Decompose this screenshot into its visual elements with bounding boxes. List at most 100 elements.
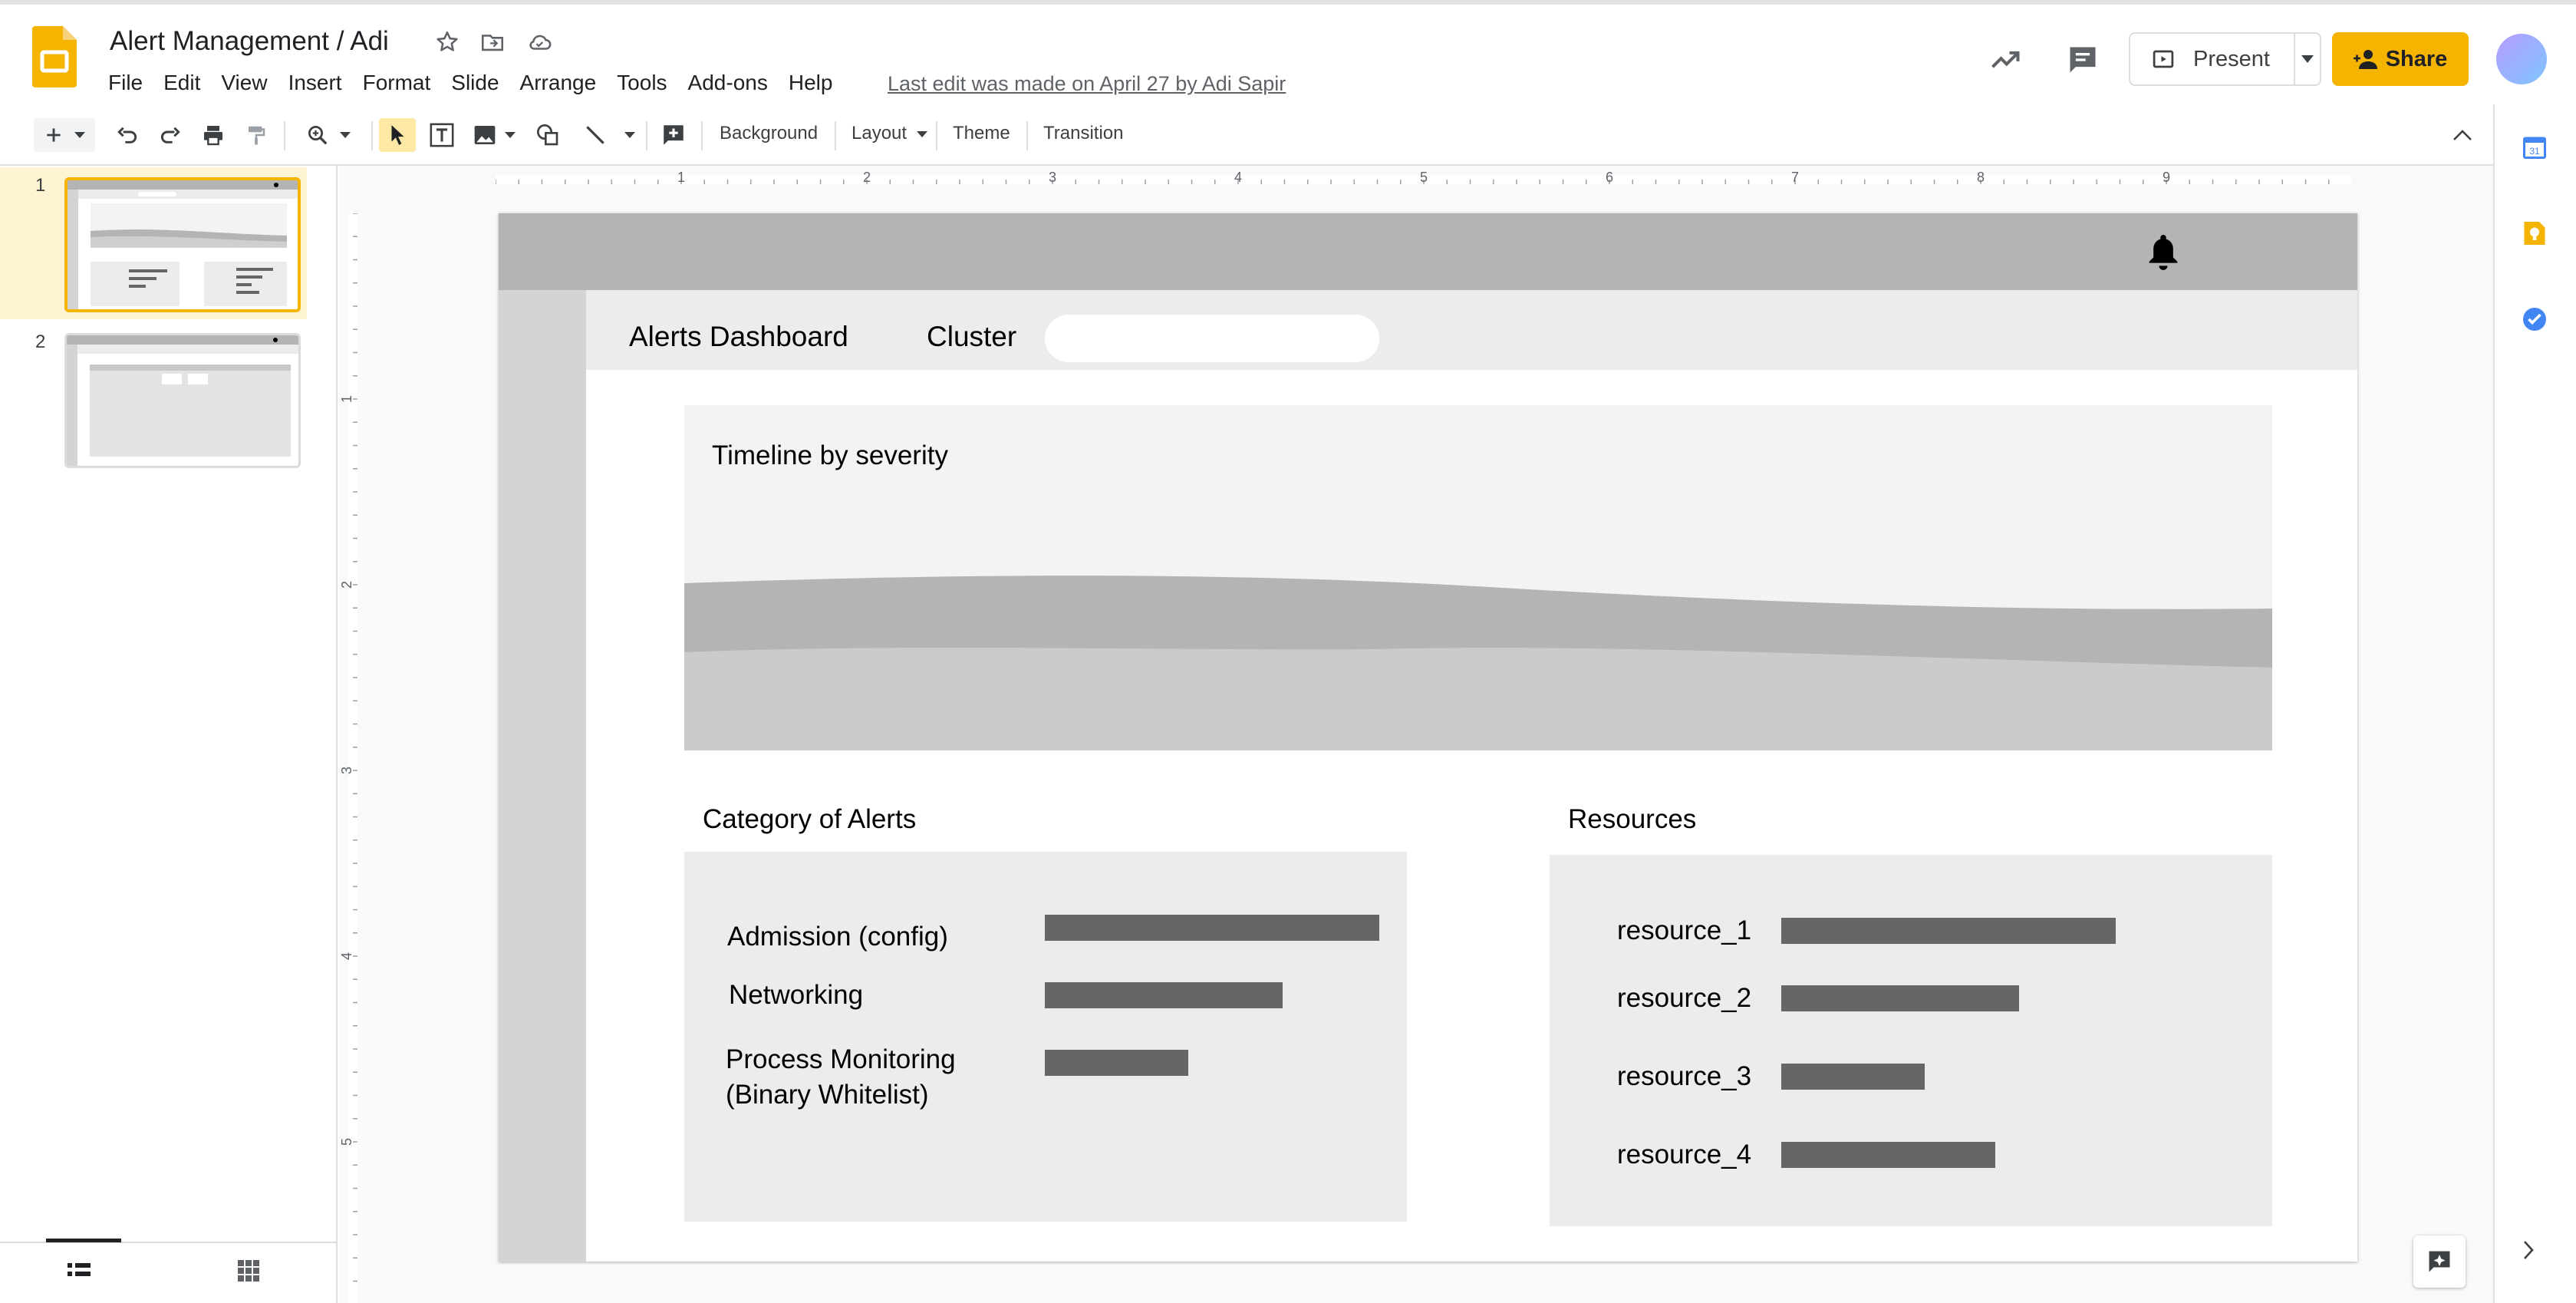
slide-thumbnail-1[interactable] [64,177,301,312]
caret-down-icon [2301,55,2314,63]
menu-edit[interactable]: Edit [163,71,200,95]
text-box-icon[interactable] [425,118,459,152]
line-tool-button[interactable] [577,118,641,152]
explore-button[interactable] [2413,1235,2466,1288]
svg-text:31: 31 [2529,146,2540,157]
slides-logo-icon[interactable] [32,26,77,87]
menu-insert[interactable]: Insert [288,71,342,95]
dashboard-title: Alerts Dashboard [629,321,848,352]
menu-help[interactable]: Help [789,71,833,95]
zoom-button[interactable] [299,118,357,152]
keep-icon[interactable] [2521,219,2548,247]
theme-button[interactable]: Theme [953,123,1010,144]
bell-icon[interactable] [2146,232,2180,272]
slide-thumbnail-2[interactable] [64,333,301,468]
filmstrip-view-tabs [0,1239,338,1303]
plus-icon [47,128,61,142]
comment-history-icon[interactable] [2066,43,2100,77]
slide-filmstrip: 1 2 [0,166,338,1303]
menu-tools[interactable]: Tools [617,71,667,95]
category-label: Admission (config) [727,922,948,952]
document-title[interactable]: Alert Management / Adi [110,26,389,57]
category-title: Category of Alerts [703,804,917,834]
caret-down-icon [916,130,927,137]
paint-format-icon[interactable] [241,118,272,152]
menu-format[interactable]: Format [363,71,431,95]
side-panel: 31 [2493,104,2576,1303]
vertical-ruler[interactable]: 1 2 3 4 5 [339,213,359,1303]
category-bar [1045,1050,1188,1076]
menu-file[interactable]: File [108,71,143,95]
user-avatar[interactable] [2496,34,2547,84]
print-icon[interactable] [198,118,229,152]
star-icon[interactable] [434,29,460,55]
share-button[interactable]: Share [2332,32,2469,86]
app-header: Alert Management / Adi File Edit View In… [0,0,2576,104]
cluster-input[interactable] [1045,315,1379,362]
expand-panel-icon[interactable] [2521,1239,2536,1262]
menu-bar: File Edit View Insert Format Slide Arran… [108,71,853,95]
editor-workspace: 1 2 3 4 5 6 7 8 9 1 2 3 4 5 Alerts Dashboard Cluster… [339,166,2493,1303]
collapse-toolbar-icon[interactable] [2447,118,2478,152]
timeline-panel: Timeline by severity [684,405,2272,750]
menu-add-ons[interactable]: Add-ons [688,71,768,95]
select-tool-icon[interactable] [379,118,416,152]
resource-label: resource_4 [1617,1140,1752,1169]
menu-arrange[interactable]: Arrange [520,71,597,95]
present-icon [2153,50,2174,68]
transition-button[interactable]: Transition [1043,123,1123,144]
tasks-icon[interactable] [2521,305,2548,333]
new-slide-button[interactable] [34,118,95,152]
category-panel: Admission (config) Networking Process Mo… [684,852,1407,1222]
shape-icon[interactable] [531,118,565,152]
insert-image-button[interactable] [469,118,519,152]
background-button[interactable]: Background [720,123,818,144]
grid-view-icon[interactable] [238,1260,259,1282]
explore-icon [2429,1251,2450,1272]
slide-number: 2 [35,332,46,352]
mock-app-subheader [586,290,2357,370]
activity-trend-icon[interactable] [1988,43,2022,77]
ruler-tick-label: 5 [339,1138,354,1146]
redo-icon[interactable] [155,118,186,152]
undo-icon[interactable] [112,118,143,152]
ruler-tick-label: 5 [1420,170,1428,185]
resources-title: Resources [1568,804,1697,834]
present-options-dropdown[interactable] [2294,32,2321,86]
resource-label: resource_3 [1617,1061,1752,1091]
ruler-tick-label: 7 [1791,170,1799,185]
image-icon [474,126,496,144]
ruler-tick-label: 1 [339,395,354,403]
line-icon [586,126,604,144]
cloud-saved-icon[interactable] [525,29,554,55]
ruler-tick-label: 3 [1049,170,1056,185]
cluster-label: Cluster [927,321,1017,352]
caret-down-icon [505,132,516,138]
present-label: Present [2193,46,2270,71]
resource-bar [1781,985,2019,1011]
menu-slide[interactable]: Slide [451,71,499,95]
resource-bar [1781,918,2116,944]
add-comment-icon[interactable] [657,118,690,152]
mock-app-sidebar [499,290,586,1262]
layout-button[interactable]: Layout [852,123,927,144]
resource-label: resource_1 [1617,915,1752,945]
category-label: Process Monitoring (Binary Whitelist) [726,1044,956,1110]
ruler-tick-label: 3 [339,767,354,774]
horizontal-ruler[interactable]: 1 2 3 4 5 6 7 8 9 [496,166,2351,186]
ruler-tick-label: 2 [863,170,871,185]
calendar-icon[interactable]: 31 [2521,134,2548,161]
resource-bar [1781,1064,1925,1090]
present-button[interactable]: Present [2129,32,2295,86]
filmstrip-view-icon[interactable] [68,1262,91,1282]
last-edit-link[interactable]: Last edit was made on April 27 by Adi Sa… [888,72,1286,96]
resources-panel: resource_1 resource_2 resource_3 resourc… [1550,855,2272,1226]
share-label: Share [2385,46,2448,71]
menu-view[interactable]: View [221,71,267,95]
category-label: Networking [729,980,864,1010]
move-to-folder-icon[interactable] [479,29,506,55]
slide-canvas[interactable]: Alerts Dashboard Cluster Timeline by sev… [499,213,2357,1262]
resource-label: resource_2 [1617,983,1752,1013]
caret-down-icon [74,132,85,138]
toolbar: Background Layout Theme Transition [0,104,2493,166]
